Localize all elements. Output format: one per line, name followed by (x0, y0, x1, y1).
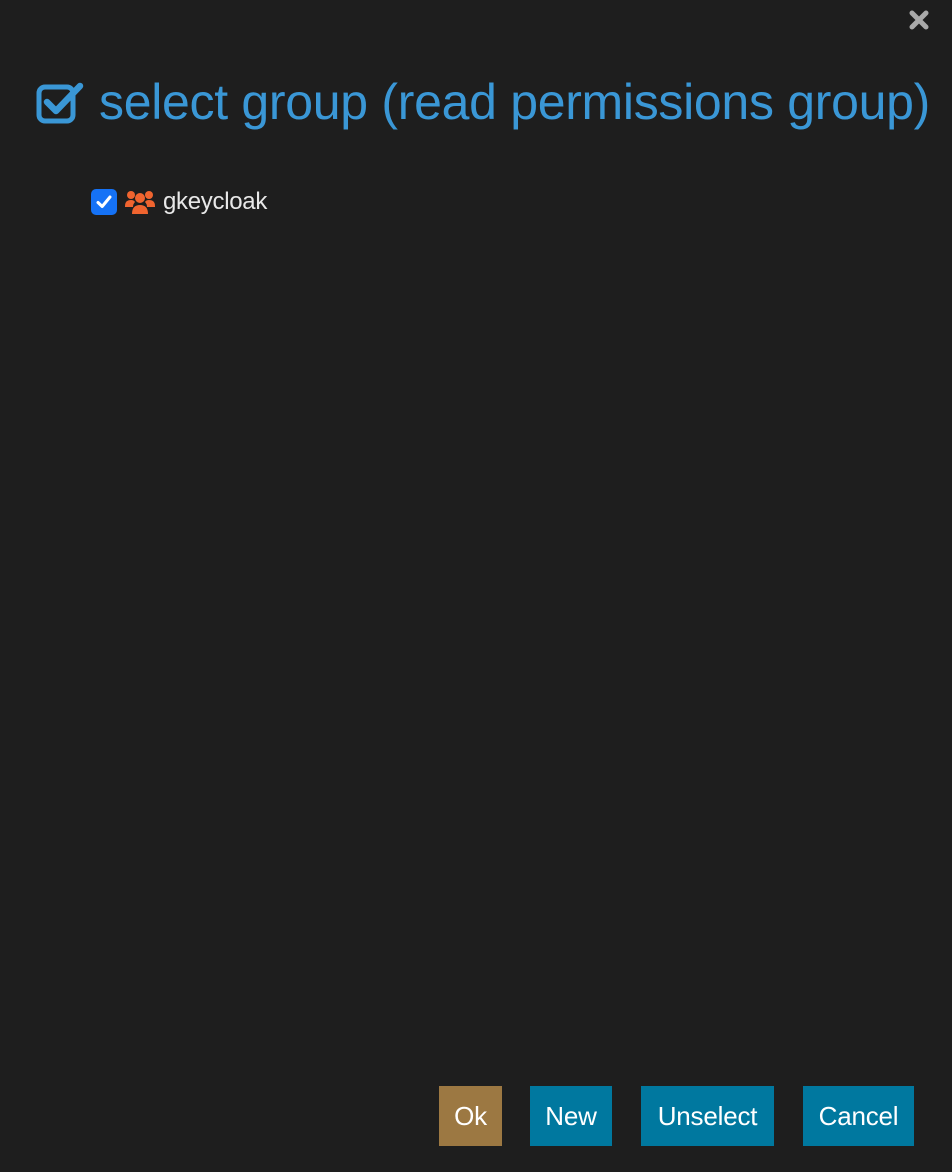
tree-item-label: gkeycloak (163, 188, 268, 215)
group-tree: gkeycloak (91, 186, 267, 218)
tree-item-gkeycloak[interactable]: gkeycloak (91, 186, 267, 218)
group-checkbox[interactable] (91, 189, 117, 215)
close-icon (909, 10, 929, 30)
close-button[interactable] (906, 8, 932, 32)
select-group-dialog: select group (read permissions group) gk… (0, 0, 952, 1172)
ok-button[interactable]: Ok (439, 1086, 502, 1146)
new-button[interactable]: New (530, 1086, 612, 1146)
check-square-icon (36, 80, 84, 124)
cancel-button[interactable]: Cancel (803, 1086, 914, 1146)
page-title: select group (read permissions group) (99, 74, 930, 130)
users-group-icon (125, 189, 155, 215)
checkmark-icon (96, 195, 112, 208)
unselect-button[interactable]: Unselect (641, 1086, 774, 1146)
dialog-header: select group (read permissions group) (36, 72, 930, 132)
